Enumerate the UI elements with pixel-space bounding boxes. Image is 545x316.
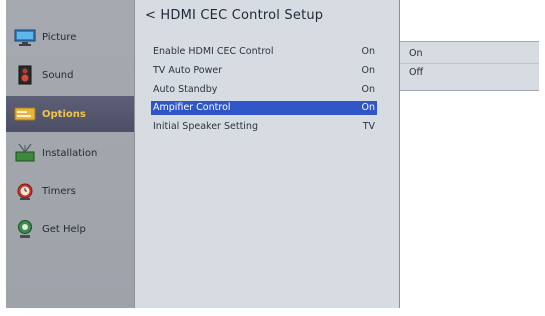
menu-row-enable-hdmi-cec[interactable]: Enable HDMI CEC Control On <box>151 45 377 59</box>
sidebar-item-sound[interactable]: Sound <box>6 58 134 92</box>
sidebar-item-label: Picture <box>42 31 77 43</box>
options-icon <box>14 107 36 121</box>
menu-row-tv-auto-power[interactable]: TV Auto Power On <box>151 64 377 78</box>
row-label: Enable HDMI CEC Control <box>153 46 274 57</box>
antenna-icon <box>15 143 35 162</box>
row-value: On <box>361 65 376 76</box>
picture-icon <box>14 29 36 46</box>
option-list: On Off <box>400 41 539 91</box>
row-value: On <box>361 46 376 57</box>
option-label: On <box>409 48 423 59</box>
sidebar-item-picture[interactable]: Picture <box>6 20 134 54</box>
sidebar-item-label: Get Help <box>42 223 86 235</box>
sidebar-item-get-help[interactable]: Get Help <box>6 212 134 246</box>
sidebar-item-label: Options <box>42 108 86 120</box>
row-label: Ampifier Control <box>153 102 231 113</box>
sidebar-item-label: Timers <box>42 185 76 197</box>
option-off[interactable]: Off <box>400 64 539 82</box>
row-value: TV <box>362 121 375 132</box>
row-label: Initial Speaker Setting <box>153 121 258 132</box>
hdmi-cec-menu-panel: < HDMI CEC Control Setup Enable HDMI CEC… <box>135 0 400 308</box>
menu-row-initial-speaker-setting[interactable]: Initial Speaker Setting TV <box>151 120 377 134</box>
sidebar-item-installation[interactable]: Installation <box>6 136 134 170</box>
page-title: < HDMI CEC Control Setup <box>145 8 324 23</box>
row-label: TV Auto Power <box>153 65 223 76</box>
alarm-clock-icon <box>17 183 33 200</box>
sidebar-item-options[interactable]: Options <box>6 96 134 132</box>
help-icon <box>18 220 32 238</box>
speaker-icon <box>18 65 32 85</box>
sidebar: Picture Sound Options Installation Timer… <box>6 0 135 308</box>
sidebar-item-label: Sound <box>42 69 74 81</box>
row-value: On <box>361 84 376 95</box>
tv-settings-screen: Picture Sound Options Installation Timer… <box>0 0 545 316</box>
menu-row-auto-standby[interactable]: Auto Standby On <box>151 83 377 97</box>
option-on[interactable]: On <box>400 45 539 64</box>
row-value: On <box>361 102 376 113</box>
sidebar-item-label: Installation <box>42 147 98 159</box>
menu-row-amplifier-control[interactable]: Ampifier Control On <box>151 101 377 115</box>
row-label: Auto Standby <box>153 84 218 95</box>
option-label: Off <box>409 67 424 78</box>
sidebar-item-timers[interactable]: Timers <box>6 174 134 208</box>
option-dropdown-panel: On Off <box>400 0 539 308</box>
